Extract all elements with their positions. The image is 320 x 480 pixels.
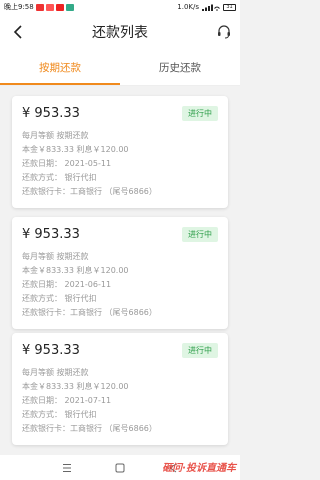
principal-interest: 本金￥833.33 利息￥120.00 [22, 382, 129, 391]
battery-icon: 31 [223, 3, 236, 11]
repayment-card-info: 还款银行卡：工商银行 （尾号6866） [22, 308, 157, 317]
status-time: 晚上9:58 [4, 3, 34, 11]
repayment-method: 还款方式： 银行代扣 [22, 294, 97, 303]
header: 还款列表 [0, 14, 240, 50]
app-notification-icon [65, 3, 74, 11]
repayment-card-info: 还款银行卡：工商银行 （尾号6866） [22, 187, 157, 196]
repayment-method: 还款方式： 银行代扣 [22, 410, 97, 419]
status-left: 晚上9:58 [4, 2, 74, 12]
repayment-plan: 每月等额 按期还款 [22, 368, 89, 377]
app-notification-icon [45, 3, 54, 11]
repayment-date: 还款日期： 2021-05-11 [22, 159, 112, 168]
chevron-left-icon [13, 25, 22, 39]
repayment-amount: ¥ 953.33 [22, 227, 80, 242]
back-button[interactable] [8, 22, 28, 42]
tab-repayment-history[interactable]: 历史还款 [120, 50, 240, 85]
repayment-card[interactable]: ¥ 953.33 进行中 每月等额 按期还款 本金￥833.33 利息￥120.… [12, 217, 228, 329]
repayment-method: 还款方式： 银行代扣 [22, 173, 97, 182]
repayment-date: 还款日期： 2021-07-11 [22, 396, 112, 405]
repayment-plan: 每月等额 按期还款 [22, 131, 89, 140]
network-speed: 1.0K/s [177, 3, 199, 11]
repayment-card[interactable]: ¥ 953.33 进行中 每月等额 按期还款 本金￥833.33 利息￥120.… [12, 333, 228, 445]
menu-button[interactable] [57, 461, 77, 475]
status-badge: 进行中 [182, 106, 218, 121]
app-notification-icon [55, 3, 64, 11]
menu-icon [62, 463, 71, 472]
home-icon [115, 463, 125, 472]
status-badge: 进行中 [182, 343, 218, 358]
headset-icon [218, 25, 230, 39]
customer-service-button[interactable] [214, 22, 234, 42]
repayment-date: 还款日期： 2021-06-11 [22, 280, 112, 289]
app-notification-icon [35, 3, 44, 11]
repayment-plan: 每月等额 按期还款 [22, 252, 89, 261]
repayment-amount: ¥ 953.33 [22, 343, 80, 358]
status-right: 1.0K/s 31 [177, 3, 236, 11]
tab-scheduled-repayment[interactable]: 按期还款 [0, 50, 120, 85]
repayment-card-info: 还款银行卡：工商银行 （尾号6866） [22, 424, 157, 433]
tab-bar: 按期还款 历史还款 [0, 50, 240, 86]
signal-icon [202, 4, 220, 11]
status-bar: 晚上9:58 1.0K/s 31 [0, 0, 240, 14]
principal-interest: 本金￥833.33 利息￥120.00 [22, 145, 129, 154]
repayment-amount: ¥ 953.33 [22, 106, 80, 121]
page-title: 还款列表 [92, 25, 148, 41]
repayment-card[interactable]: ¥ 953.33 进行中 每月等额 按期还款 本金￥833.33 利息￥120.… [12, 96, 228, 208]
watermark: 砸问·投诉直通车 [162, 463, 236, 474]
home-button[interactable] [110, 461, 130, 475]
principal-interest: 本金￥833.33 利息￥120.00 [22, 266, 129, 275]
status-badge: 进行中 [182, 227, 218, 242]
